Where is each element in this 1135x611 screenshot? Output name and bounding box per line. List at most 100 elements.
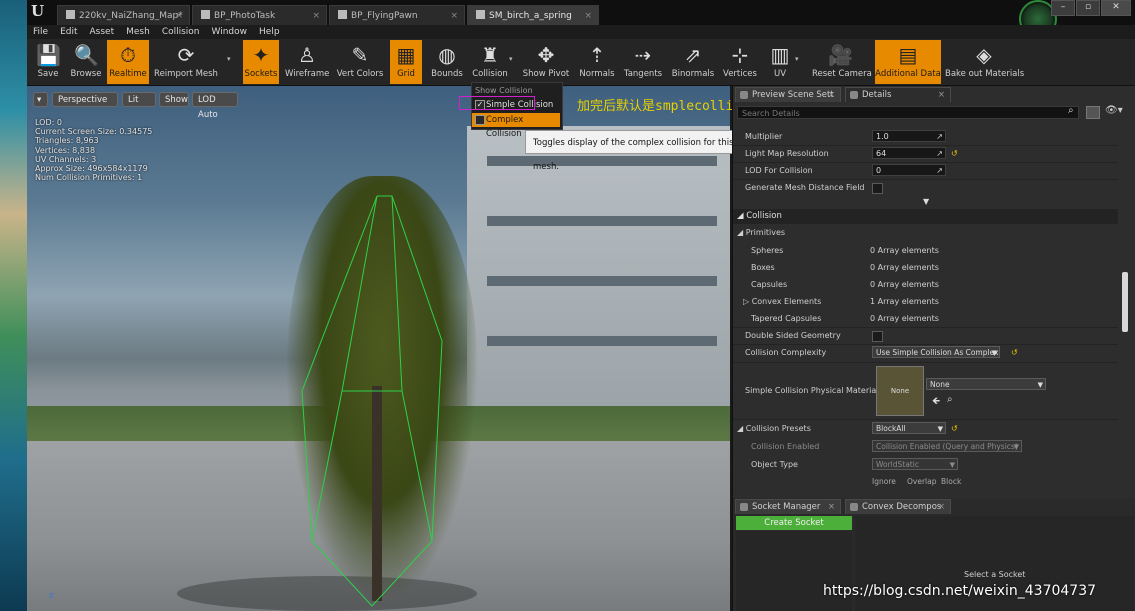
menu-file[interactable]: File	[27, 27, 54, 37]
multiplier-input[interactable]: 1.0 ↗	[872, 130, 946, 142]
tab-flying-pawn[interactable]: BP_FlyingPawn ×	[329, 5, 465, 25]
menu-window[interactable]: Window	[206, 27, 254, 37]
close-window-button[interactable]: ✕	[1101, 0, 1131, 16]
collision-button[interactable]: ♜ Collision	[470, 40, 510, 84]
complex-collision-item[interactable]: Complex Collision	[472, 113, 560, 139]
property-matrix-button[interactable]	[1086, 106, 1100, 119]
search-input[interactable]: Search Details	[737, 106, 1079, 119]
collision-enabled-combo[interactable]: Collision Enabled (Query and Physics) ▼	[872, 440, 1022, 452]
menu-mesh[interactable]: Mesh	[120, 27, 156, 37]
collision-complexity-combo[interactable]: Use Simple Collision As Complex ▼	[872, 346, 1000, 358]
reset-icon[interactable]: ↺	[1011, 344, 1018, 361]
row-capsules: Capsules 0 Array elements	[751, 280, 939, 289]
chevron-down-icon: ▼	[1037, 381, 1043, 389]
reset-icon[interactable]: ↺	[951, 145, 958, 162]
lod-button[interactable]: LOD Auto	[192, 92, 238, 120]
realtime-icon: ⏱	[120, 43, 136, 67]
tab-photo-task[interactable]: BP_PhotoTask ×	[192, 5, 327, 25]
additional-data-button[interactable]: ▤ Additional Data	[875, 40, 941, 84]
row-object-type: Object Type WorldStatic ▼	[733, 456, 1118, 473]
show-pivot-button[interactable]: ✥ Show Pivot	[521, 40, 571, 84]
chevron-down-icon[interactable]: ▾	[509, 55, 513, 63]
normals-button[interactable]: ⇡ Normals	[578, 40, 616, 84]
camera-icon: 🎥	[828, 43, 853, 67]
tab-preview-scene-settings[interactable]: Preview Scene Sett ×	[735, 87, 841, 102]
bake-out-materials-button[interactable]: ◈ Bake out Materials	[945, 40, 1024, 84]
eye-icon[interactable]: 👁▾	[1105, 105, 1131, 118]
chevron-down-icon[interactable]: ▾	[795, 55, 799, 63]
row-collision-enabled: Collision Enabled Collision Enabled (Quer…	[733, 438, 1118, 455]
details-scrollbar-thumb[interactable]	[1122, 272, 1128, 332]
response-col-overlap: Overlap	[907, 477, 937, 486]
save-icon: 💾	[36, 43, 61, 67]
double-sided-checkbox[interactable]	[872, 331, 883, 342]
tab-map[interactable]: 220kv_NaiZhang_Map* ×	[57, 5, 190, 25]
menu-edit[interactable]: Edit	[54, 27, 83, 37]
bounds-button[interactable]: ◍ Bounds	[429, 40, 465, 84]
row-primitives[interactable]: ◢ Primitives	[733, 224, 1118, 241]
map-icon	[66, 10, 75, 19]
search-icon[interactable]: ⌕	[1068, 105, 1080, 118]
maximize-button[interactable]: ▫	[1076, 0, 1100, 16]
menu-asset[interactable]: Asset	[84, 27, 121, 37]
binormals-button[interactable]: ⇗ Binormals	[670, 40, 716, 84]
lightmap-input[interactable]: 64 ↗	[872, 147, 946, 159]
window-controls: – ▫ ✕	[1051, 0, 1131, 16]
reset-icon[interactable]: ↺	[951, 420, 958, 437]
gen-distance-checkbox[interactable]	[872, 183, 883, 194]
chevron-down-icon: ▼	[937, 425, 943, 433]
tab-details[interactable]: Details ×	[845, 87, 951, 102]
uv-button[interactable]: ▥ UV	[765, 40, 795, 84]
grid-button[interactable]: ▦ Grid	[390, 40, 422, 84]
close-icon[interactable]: ×	[312, 6, 320, 26]
reimport-mesh-button[interactable]: ⟳ Reimport Mesh	[153, 40, 219, 84]
close-icon[interactable]: ×	[175, 6, 183, 26]
reset-camera-button[interactable]: 🎥 Reset Camera	[812, 40, 872, 84]
save-button[interactable]: 💾 Save	[30, 40, 66, 84]
checkbox-empty-icon[interactable]	[475, 115, 485, 125]
physical-material-combo[interactable]: None ▼	[926, 378, 1046, 390]
lit-button[interactable]: Lit	[122, 92, 156, 107]
realtime-button[interactable]: ⏱ Realtime	[107, 40, 149, 84]
close-icon[interactable]: ×	[450, 6, 458, 26]
expand-chevron-icon[interactable]: ▼	[923, 197, 929, 206]
viewport[interactable]: ▾ Perspective Lit Show LOD Auto LOD: 0 C…	[27, 86, 730, 611]
tab-convex-decomposition[interactable]: Convex Decompos ×	[845, 499, 951, 514]
show-button[interactable]: Show	[159, 92, 189, 107]
vertices-button[interactable]: ⊹ Vertices	[721, 40, 759, 84]
lod-collision-input[interactable]: 0 ↗	[872, 164, 946, 176]
row-gen-distance: Generate Mesh Distance Field	[733, 179, 1118, 196]
tab-static-mesh[interactable]: SM_birch_a_spring ×	[467, 5, 599, 25]
browse-button[interactable]: 🔍 Browse	[67, 40, 105, 84]
socket-list[interactable]	[736, 531, 852, 611]
close-icon[interactable]: ×	[938, 500, 945, 515]
pivot-icon: ✥	[537, 43, 555, 67]
row-collision-presets[interactable]: ◢ Collision Presets BlockAll ▼ ↺	[733, 420, 1118, 437]
row-boxes: Boxes 0 Array elements	[751, 263, 939, 272]
object-type-combo[interactable]: WorldStatic ▼	[872, 458, 958, 470]
chevron-down-icon[interactable]: ▾	[227, 55, 231, 63]
row-convex-elements[interactable]: ▷ Convex Elements 1 Array elements	[733, 293, 1118, 310]
close-icon[interactable]: ×	[828, 500, 835, 515]
menu-help[interactable]: Help	[253, 27, 286, 37]
close-icon[interactable]: ×	[828, 88, 835, 103]
minimize-button[interactable]: –	[1051, 0, 1075, 16]
physical-material-thumbnail[interactable]: None	[876, 366, 924, 416]
tab-socket-manager[interactable]: Socket Manager ×	[735, 499, 841, 514]
bake-icon: ◈	[976, 43, 992, 67]
collision-presets-combo[interactable]: BlockAll ▼	[872, 422, 946, 434]
close-icon[interactable]: ×	[584, 6, 592, 26]
close-icon[interactable]: ×	[938, 88, 945, 103]
vert-colors-button[interactable]: ✎ Vert Colors	[335, 40, 385, 84]
viewport-options-button[interactable]: ▾	[33, 92, 48, 107]
use-selected-arrow-icon[interactable]: 🡸	[932, 394, 940, 411]
perspective-button[interactable]: Perspective	[52, 92, 118, 107]
create-socket-button[interactable]: Create Socket	[736, 516, 852, 530]
wireframe-button[interactable]: ♙ Wireframe	[285, 40, 329, 84]
sockets-button[interactable]: ✦ Sockets	[243, 40, 279, 84]
vert-colors-icon: ✎	[351, 43, 369, 67]
browse-asset-icon[interactable]: ⌕	[947, 394, 953, 405]
collision-category[interactable]: ◢ Collision	[733, 209, 1118, 224]
menu-collision[interactable]: Collision	[156, 27, 206, 37]
tangents-button[interactable]: ⇢ Tangents	[622, 40, 664, 84]
